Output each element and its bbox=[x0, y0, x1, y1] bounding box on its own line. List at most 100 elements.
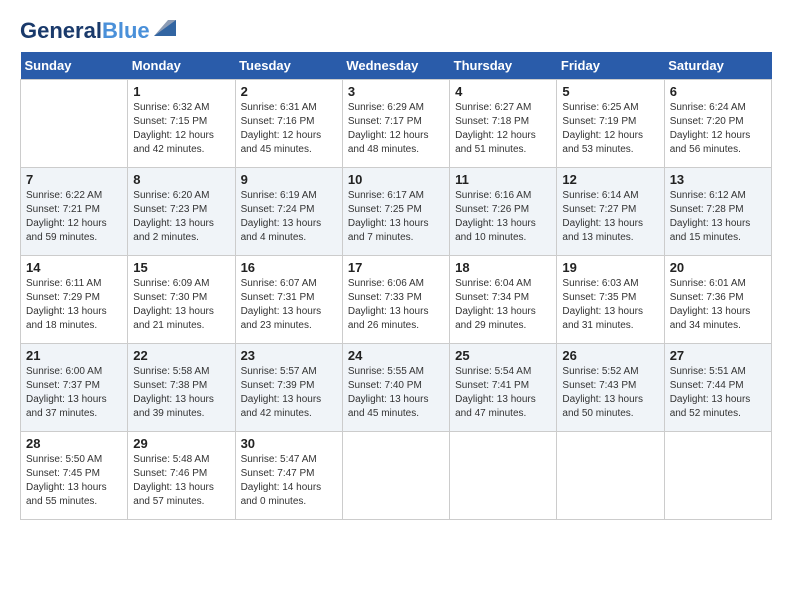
day-number: 3 bbox=[348, 84, 444, 99]
day-info: Sunrise: 6:19 AM Sunset: 7:24 PM Dayligh… bbox=[241, 189, 337, 245]
calendar-cell: 22Sunrise: 5:58 AM Sunset: 7:38 PM Dayli… bbox=[128, 344, 235, 432]
calendar-cell: 30 Sunrise: 5:47 AM Sunset: 7:47 PM Dayli… bbox=[235, 432, 342, 520]
day-number: 21 bbox=[26, 348, 122, 363]
week-row-5: 28 Sunrise: 5:50 AM Sunset: 7:45 PM Dayli… bbox=[21, 432, 772, 520]
calendar-cell: 27 Sunrise: 5:51 AM Sunset: 7:44 PM Dayli… bbox=[664, 344, 771, 432]
day-number: 27 bbox=[670, 348, 766, 363]
calendar-cell: 12Sunrise: 6:14 AM Sunset: 7:27 PM Dayli… bbox=[557, 168, 664, 256]
day-info: Sunrise: 6:17 AM Sunset: 7:25 PM Dayligh… bbox=[348, 189, 444, 245]
calendar-cell: 29 Sunrise: 5:48 AM Sunset: 7:46 PM Dayli… bbox=[128, 432, 235, 520]
header-sunday: Sunday bbox=[21, 52, 128, 80]
calendar-cell: 28 Sunrise: 5:50 AM Sunset: 7:45 PM Dayli… bbox=[21, 432, 128, 520]
calendar-cell: 14 Sunrise: 6:11 AM Sunset: 7:29 PM Dayli… bbox=[21, 256, 128, 344]
day-info: Sunrise: 6:03 AM Sunset: 7:35 PM Dayligh… bbox=[562, 277, 658, 333]
calendar-cell: 6 Sunrise: 6:24 AM Sunset: 7:20 PM Daylig… bbox=[664, 80, 771, 168]
calendar-cell: 23 Sunrise: 5:57 AM Sunset: 7:39 PM Dayli… bbox=[235, 344, 342, 432]
day-number: 16 bbox=[241, 260, 337, 275]
calendar-cell bbox=[342, 432, 449, 520]
day-number: 20 bbox=[670, 260, 766, 275]
day-info: Sunrise: 6:16 AM Sunset: 7:26 PM Dayligh… bbox=[455, 189, 551, 245]
day-number: 19 bbox=[562, 260, 658, 275]
day-info: Sunrise: 5:48 AM Sunset: 7:46 PM Dayligh… bbox=[133, 453, 229, 509]
calendar-cell: 2 Sunrise: 6:31 AM Sunset: 7:16 PM Daylig… bbox=[235, 80, 342, 168]
day-number: 18 bbox=[455, 260, 551, 275]
calendar-cell: 10 Sunrise: 6:17 AM Sunset: 7:25 PM Dayli… bbox=[342, 168, 449, 256]
day-info: Sunrise: 6:32 AM Sunset: 7:15 PM Dayligh… bbox=[133, 101, 229, 157]
day-info: Sunrise: 6:06 AM Sunset: 7:33 PM Dayligh… bbox=[348, 277, 444, 333]
day-info: Sunrise: 6:04 AM Sunset: 7:34 PM Dayligh… bbox=[455, 277, 551, 333]
day-info: Sunrise: 6:11 AM Sunset: 7:29 PM Dayligh… bbox=[26, 277, 122, 333]
day-info: Sunrise: 5:55 AM Sunset: 7:40 PM Dayligh… bbox=[348, 365, 444, 421]
calendar-cell: 4 Sunrise: 6:27 AM Sunset: 7:18 PM Daylig… bbox=[450, 80, 557, 168]
logo-text: GeneralBlue bbox=[20, 20, 150, 42]
day-number: 22 bbox=[133, 348, 229, 363]
day-info: Sunrise: 6:09 AM Sunset: 7:30 PM Dayligh… bbox=[133, 277, 229, 333]
day-info: Sunrise: 5:57 AM Sunset: 7:39 PM Dayligh… bbox=[241, 365, 337, 421]
header-friday: Friday bbox=[557, 52, 664, 80]
day-number: 1 bbox=[133, 84, 229, 99]
calendar-cell: 1 Sunrise: 6:32 AM Sunset: 7:15 PM Daylig… bbox=[128, 80, 235, 168]
day-number: 14 bbox=[26, 260, 122, 275]
week-row-1: 1 Sunrise: 6:32 AM Sunset: 7:15 PM Daylig… bbox=[21, 80, 772, 168]
header-monday: Monday bbox=[128, 52, 235, 80]
day-info: Sunrise: 5:50 AM Sunset: 7:45 PM Dayligh… bbox=[26, 453, 122, 509]
day-number: 10 bbox=[348, 172, 444, 187]
logo-icon bbox=[154, 20, 176, 36]
day-number: 30 bbox=[241, 436, 337, 451]
logo: GeneralBlue bbox=[20, 20, 176, 42]
calendar-table: SundayMondayTuesdayWednesdayThursdayFrid… bbox=[20, 52, 772, 520]
day-info: Sunrise: 6:24 AM Sunset: 7:20 PM Dayligh… bbox=[670, 101, 766, 157]
day-info: Sunrise: 5:47 AM Sunset: 7:47 PM Dayligh… bbox=[241, 453, 337, 509]
day-info: Sunrise: 6:31 AM Sunset: 7:16 PM Dayligh… bbox=[241, 101, 337, 157]
calendar-cell bbox=[21, 80, 128, 168]
day-info: Sunrise: 5:54 AM Sunset: 7:41 PM Dayligh… bbox=[455, 365, 551, 421]
calendar-cell: 25Sunrise: 5:54 AM Sunset: 7:41 PM Dayli… bbox=[450, 344, 557, 432]
day-number: 4 bbox=[455, 84, 551, 99]
day-number: 11 bbox=[455, 172, 551, 187]
calendar-cell: 20 Sunrise: 6:01 AM Sunset: 7:36 PM Dayli… bbox=[664, 256, 771, 344]
day-info: Sunrise: 6:12 AM Sunset: 7:28 PM Dayligh… bbox=[670, 189, 766, 245]
calendar-cell: 21 Sunrise: 6:00 AM Sunset: 7:37 PM Dayli… bbox=[21, 344, 128, 432]
day-number: 24 bbox=[348, 348, 444, 363]
page-header: GeneralBlue bbox=[20, 20, 772, 42]
day-number: 2 bbox=[241, 84, 337, 99]
day-info: Sunrise: 6:01 AM Sunset: 7:36 PM Dayligh… bbox=[670, 277, 766, 333]
day-info: Sunrise: 6:00 AM Sunset: 7:37 PM Dayligh… bbox=[26, 365, 122, 421]
day-number: 9 bbox=[241, 172, 337, 187]
day-info: Sunrise: 6:25 AM Sunset: 7:19 PM Dayligh… bbox=[562, 101, 658, 157]
calendar-cell: 19 Sunrise: 6:03 AM Sunset: 7:35 PM Dayli… bbox=[557, 256, 664, 344]
header-tuesday: Tuesday bbox=[235, 52, 342, 80]
calendar-cell: 16 Sunrise: 6:07 AM Sunset: 7:31 PM Dayli… bbox=[235, 256, 342, 344]
day-number: 5 bbox=[562, 84, 658, 99]
calendar-cell: 5 Sunrise: 6:25 AM Sunset: 7:19 PM Daylig… bbox=[557, 80, 664, 168]
day-number: 6 bbox=[670, 84, 766, 99]
day-number: 29 bbox=[133, 436, 229, 451]
calendar-cell bbox=[557, 432, 664, 520]
calendar-cell: 13Sunrise: 6:12 AM Sunset: 7:28 PM Dayli… bbox=[664, 168, 771, 256]
day-info: Sunrise: 6:14 AM Sunset: 7:27 PM Dayligh… bbox=[562, 189, 658, 245]
day-number: 17 bbox=[348, 260, 444, 275]
day-info: Sunrise: 6:20 AM Sunset: 7:23 PM Dayligh… bbox=[133, 189, 229, 245]
calendar-cell: 8 Sunrise: 6:20 AM Sunset: 7:23 PM Daylig… bbox=[128, 168, 235, 256]
day-info: Sunrise: 5:52 AM Sunset: 7:43 PM Dayligh… bbox=[562, 365, 658, 421]
calendar-cell: 24 Sunrise: 5:55 AM Sunset: 7:40 PM Dayli… bbox=[342, 344, 449, 432]
day-number: 26 bbox=[562, 348, 658, 363]
header-wednesday: Wednesday bbox=[342, 52, 449, 80]
calendar-cell bbox=[450, 432, 557, 520]
calendar-cell: 18 Sunrise: 6:04 AM Sunset: 7:34 PM Dayli… bbox=[450, 256, 557, 344]
day-info: Sunrise: 6:27 AM Sunset: 7:18 PM Dayligh… bbox=[455, 101, 551, 157]
week-row-2: 7Sunrise: 6:22 AM Sunset: 7:21 PM Daylig… bbox=[21, 168, 772, 256]
calendar-cell: 17 Sunrise: 6:06 AM Sunset: 7:33 PM Dayli… bbox=[342, 256, 449, 344]
calendar-cell: 26 Sunrise: 5:52 AM Sunset: 7:43 PM Dayli… bbox=[557, 344, 664, 432]
day-number: 23 bbox=[241, 348, 337, 363]
calendar-cell: 3 Sunrise: 6:29 AM Sunset: 7:17 PM Daylig… bbox=[342, 80, 449, 168]
day-info: Sunrise: 6:29 AM Sunset: 7:17 PM Dayligh… bbox=[348, 101, 444, 157]
day-info: Sunrise: 5:51 AM Sunset: 7:44 PM Dayligh… bbox=[670, 365, 766, 421]
header-thursday: Thursday bbox=[450, 52, 557, 80]
day-info: Sunrise: 6:07 AM Sunset: 7:31 PM Dayligh… bbox=[241, 277, 337, 333]
week-row-3: 14 Sunrise: 6:11 AM Sunset: 7:29 PM Dayli… bbox=[21, 256, 772, 344]
header-row: SundayMondayTuesdayWednesdayThursdayFrid… bbox=[21, 52, 772, 80]
day-number: 28 bbox=[26, 436, 122, 451]
day-number: 8 bbox=[133, 172, 229, 187]
day-number: 15 bbox=[133, 260, 229, 275]
